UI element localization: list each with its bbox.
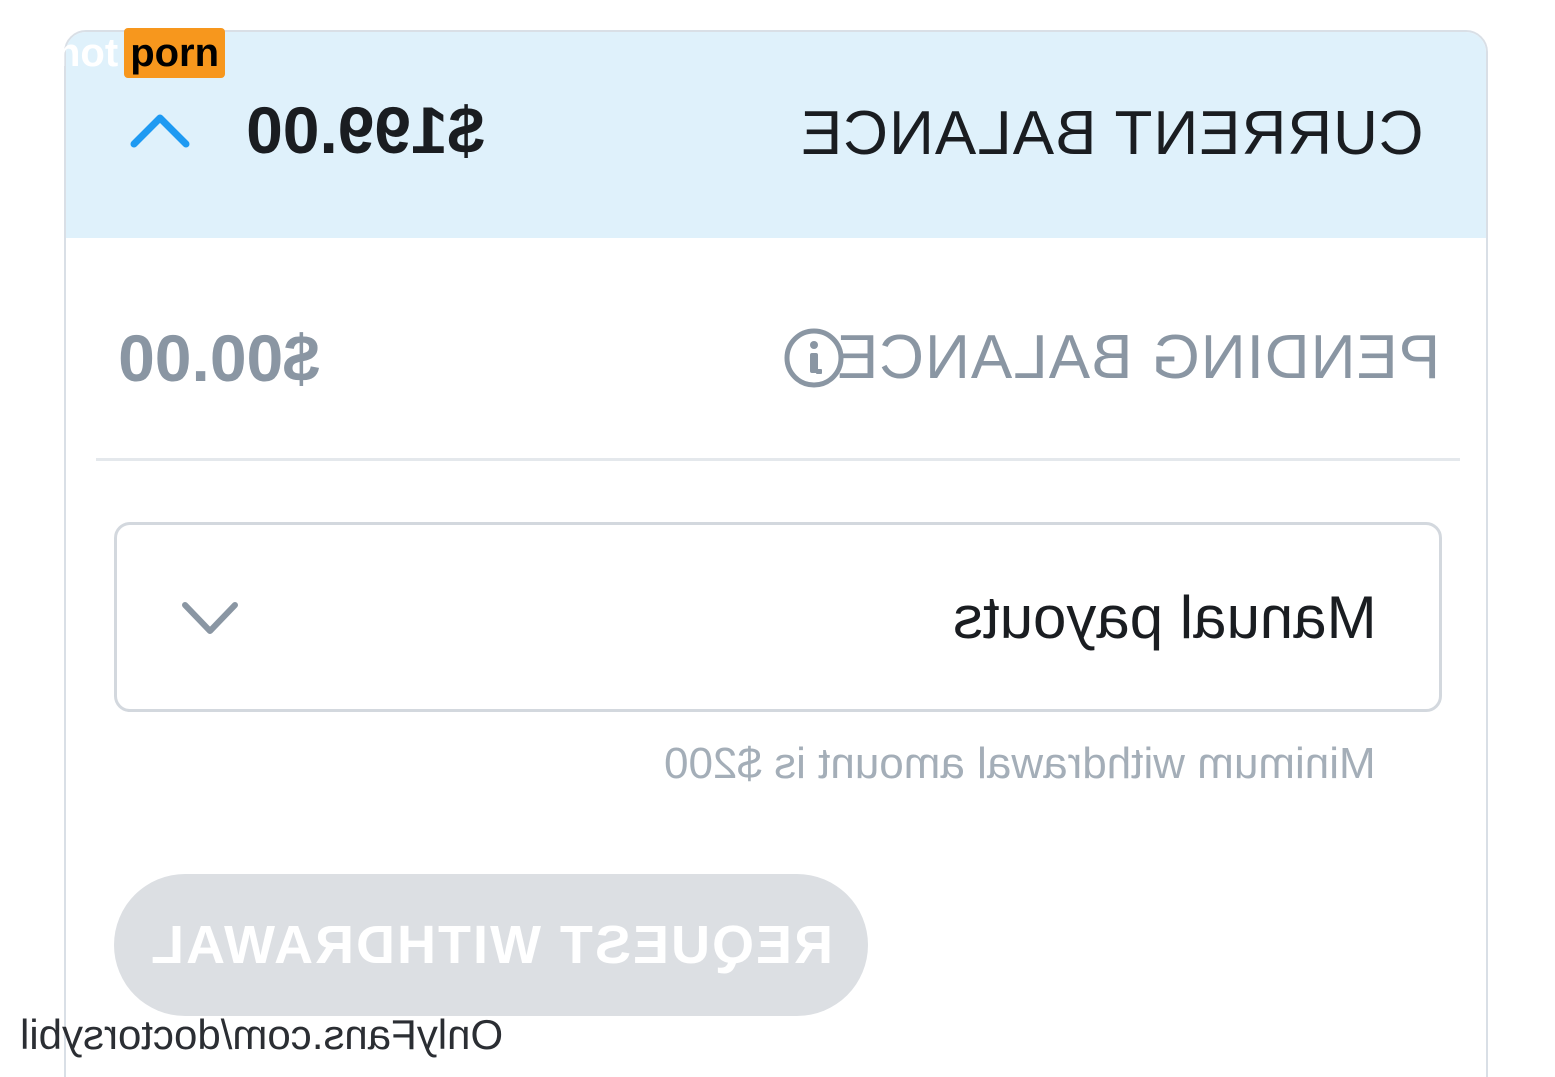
- chevron-down-icon: [177, 595, 243, 641]
- watermark-logo-hot: hot: [56, 31, 119, 75]
- watermark-logo-porn: porn: [124, 28, 226, 78]
- pending-balance-amount: $00.00: [118, 321, 320, 395]
- payout-method-value: Manual payouts: [953, 584, 1377, 651]
- divider: [96, 458, 1460, 461]
- request-withdrawal-label: REQUEST WITHDRAWAL: [149, 915, 833, 975]
- request-withdrawal-button[interactable]: REQUEST WITHDRAWAL: [114, 874, 868, 1016]
- balance-card: $199.00 CURRENT BALANCE $00.00 PENDING B…: [64, 30, 1488, 1077]
- pending-balance-label: PENDING BALANCE: [835, 323, 1440, 392]
- payout-method-select[interactable]: Manual payouts: [114, 522, 1442, 712]
- watermark-url: OnlyFans.com/doctorsybil: [20, 1011, 504, 1058]
- watermark-logo: hot porn: [56, 28, 226, 78]
- screenshot-stage: $199.00 CURRENT BALANCE $00.00 PENDING B…: [0, 0, 1555, 1077]
- current-balance-row[interactable]: $199.00 CURRENT BALANCE: [66, 32, 1486, 238]
- chevron-up-icon[interactable]: [128, 104, 192, 154]
- current-balance-label: CURRENT BALANCE: [800, 99, 1424, 168]
- current-balance-amount: $199.00: [246, 93, 485, 167]
- minimum-withdrawal-hint: Minimum withdrawal amount is $200: [664, 739, 1376, 788]
